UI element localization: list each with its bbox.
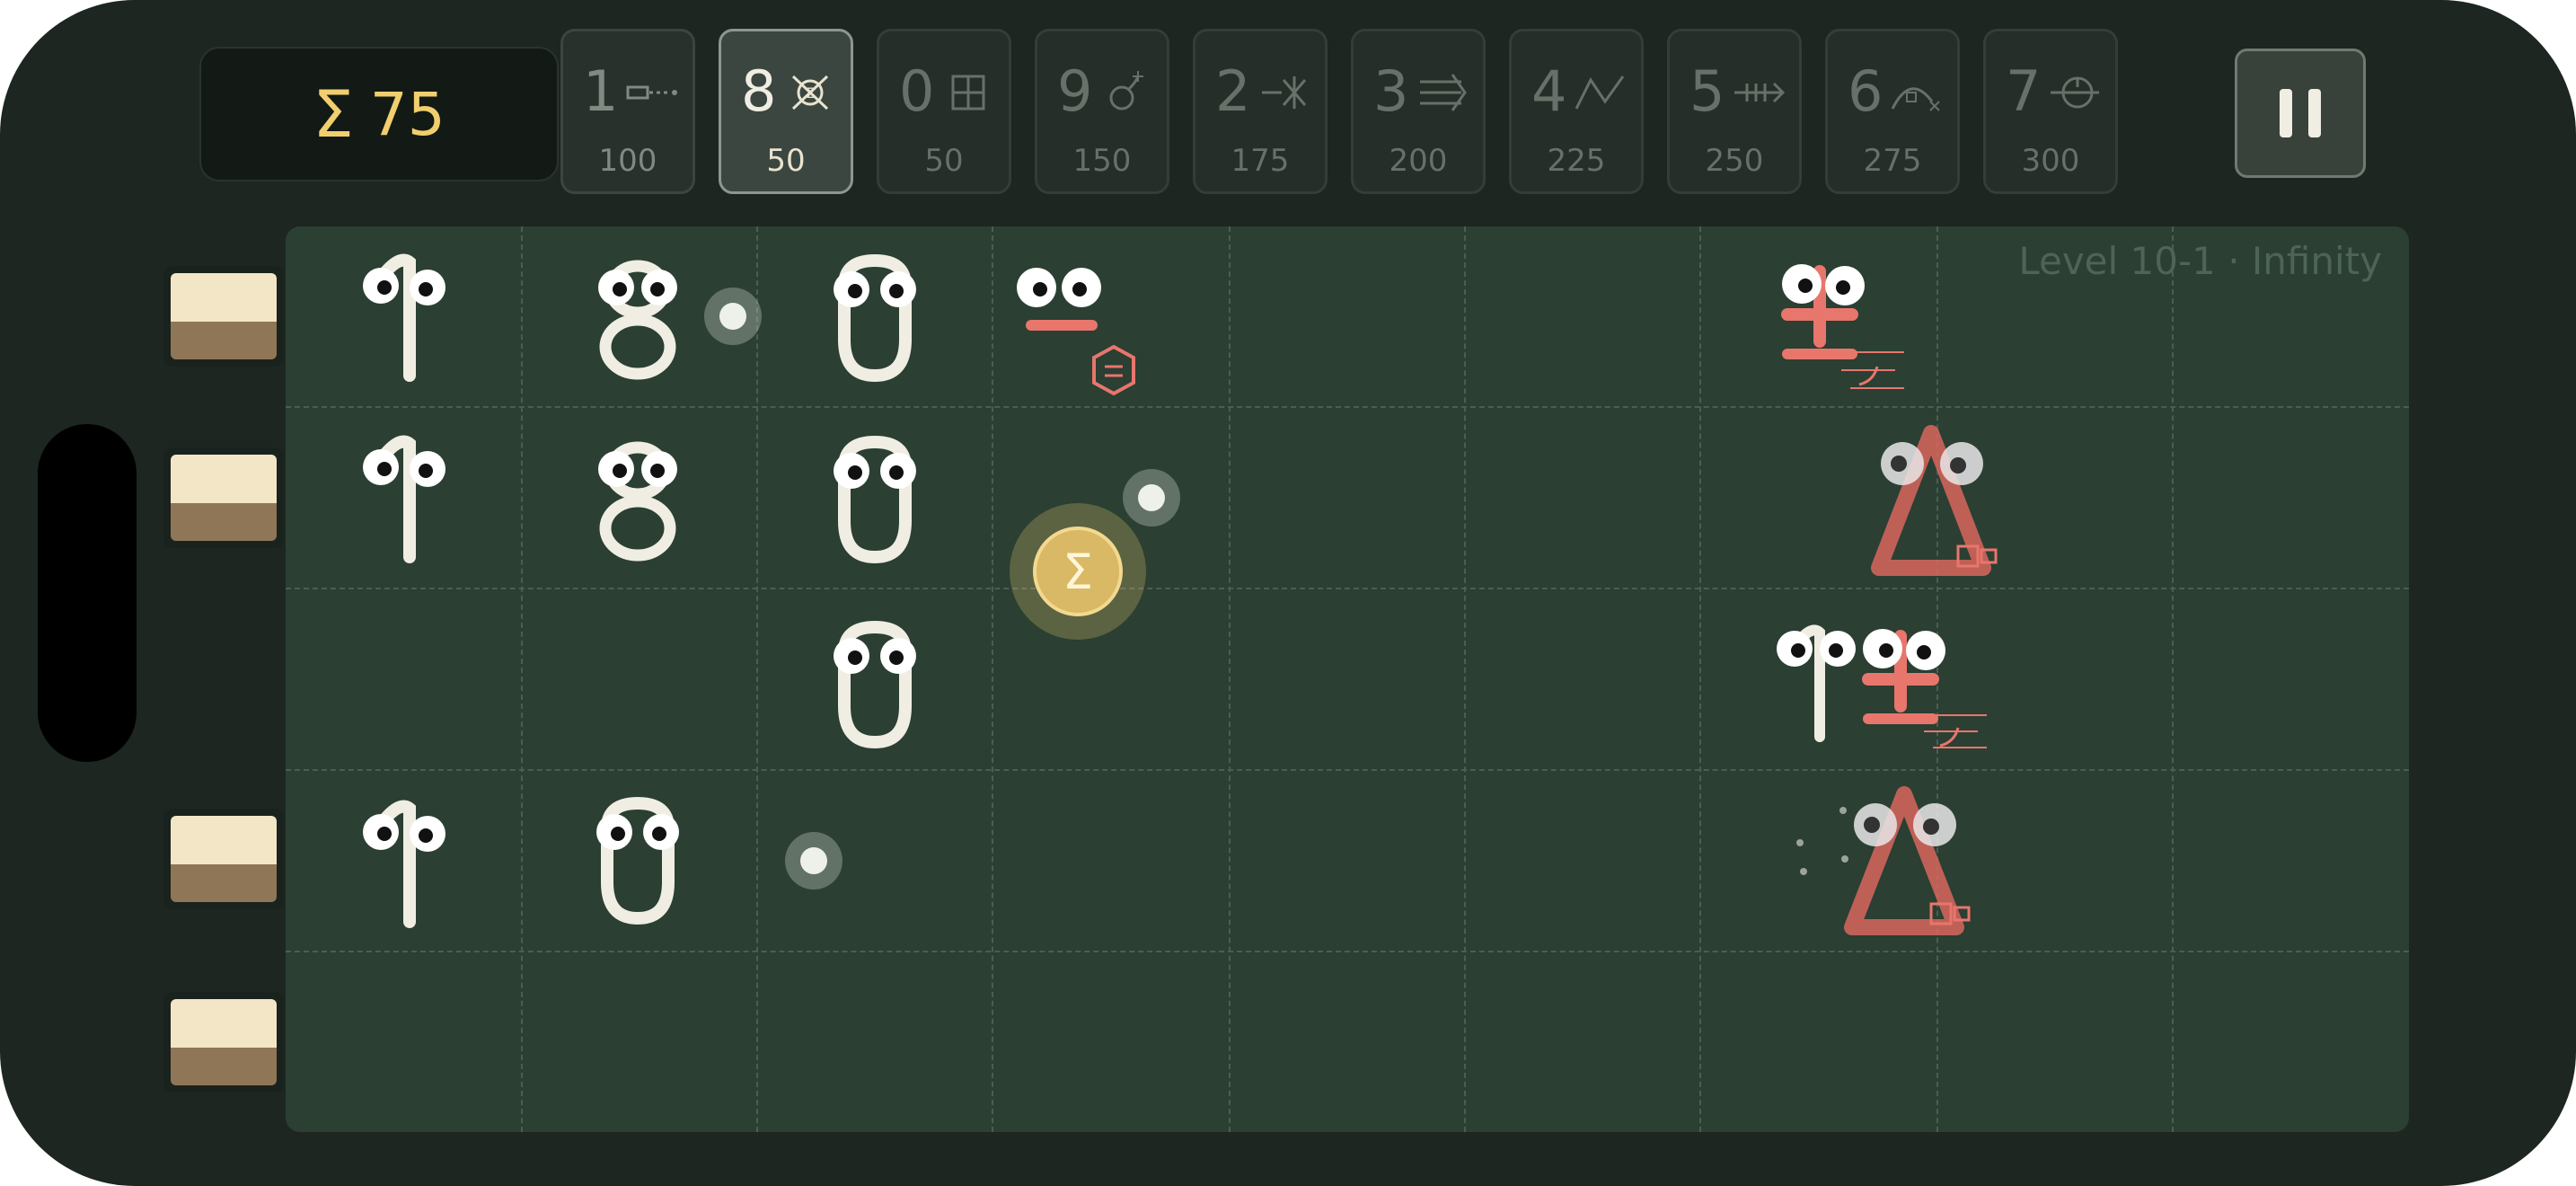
card-cost: 200 <box>1389 143 1448 179</box>
pause-icon <box>2280 89 2292 137</box>
card-digit-4[interactable]: 4 225 <box>1509 29 1644 194</box>
card-cost: 175 <box>1231 143 1290 179</box>
card-digit-3[interactable]: 3 200 <box>1351 29 1486 194</box>
pause-button[interactable] <box>2235 49 2366 178</box>
crosshair-shield-icon <box>2051 76 2099 109</box>
card-digit: 8 <box>741 58 777 124</box>
sigma-pellet <box>785 832 842 890</box>
game-screen: Σ 75 1 100 8 Σ 50 0 50 9 150 2 175 3 200… <box>0 0 2576 1186</box>
card-digit-1[interactable]: 1 100 <box>560 29 695 194</box>
card-cost: 150 <box>1072 143 1132 179</box>
card-cost: 50 <box>924 143 964 179</box>
lane-mower-5 <box>163 992 284 1093</box>
digit-0-defender[interactable] <box>825 431 925 566</box>
card-digit: 3 <box>1373 58 1409 124</box>
delta-enemy <box>1796 786 1971 935</box>
card-digit: 5 <box>1689 58 1725 124</box>
spike-arrow-icon <box>1734 82 1786 103</box>
card-cost: 300 <box>2021 143 2080 179</box>
splash-shot-icon <box>1262 76 1307 109</box>
triple-arrow-icon <box>1420 74 1467 111</box>
card-digit-9[interactable]: 9 150 <box>1035 29 1169 194</box>
digit-card-tray: 1 100 8 Σ 50 0 50 9 150 2 175 3 200 4 22… <box>560 29 2127 198</box>
digit-0-defender[interactable] <box>825 616 925 751</box>
card-digit: 1 <box>583 58 619 124</box>
plus-minus-enemy <box>1781 264 1904 389</box>
card-cost: 250 <box>1705 143 1764 179</box>
digit-1-defender[interactable] <box>354 426 453 566</box>
sigma-target-icon: Σ <box>791 75 829 111</box>
card-digit-2[interactable]: 2 175 <box>1193 29 1328 194</box>
lane-mower-1 <box>163 266 284 367</box>
digit-0-defender[interactable] <box>587 792 688 927</box>
sigma-pellet <box>704 288 762 345</box>
sigma-pellet <box>1123 469 1180 527</box>
lane-mower-4 <box>163 809 284 909</box>
digit-8-defender[interactable] <box>587 250 688 385</box>
digit-8-defender[interactable] <box>587 431 688 566</box>
card-digit: 0 <box>899 58 935 124</box>
lane-mower-2 <box>163 447 284 548</box>
sigma-icon: Σ <box>1033 527 1123 616</box>
card-cost: 50 <box>766 143 806 179</box>
card-digit-0[interactable]: 0 50 <box>877 29 1011 194</box>
sum-value: 75 <box>369 79 446 149</box>
card-digit-5[interactable]: 5 250 <box>1667 29 1802 194</box>
digit-1-defender[interactable] <box>354 244 453 385</box>
card-digit-8[interactable]: 8 Σ 50 <box>719 29 853 194</box>
sigma-coin-pickup[interactable]: Σ <box>1010 503 1146 640</box>
camera-notch <box>38 424 137 762</box>
minus-enemy <box>1017 268 1135 396</box>
card-digit: 9 <box>1057 58 1093 124</box>
delta-enemy <box>1871 425 1998 576</box>
card-digit-7[interactable]: 7 300 <box>1983 29 2118 194</box>
shield-icon <box>1092 344 1135 396</box>
arc-bomb-icon <box>1891 87 1940 111</box>
sigma-icon: Σ <box>313 76 354 152</box>
card-digit: 6 <box>1848 58 1883 124</box>
plus-minus-enemy <box>1862 629 1987 748</box>
digit-1-defender[interactable] <box>354 791 453 931</box>
svg-text:Σ: Σ <box>806 84 815 102</box>
card-cost: 225 <box>1547 143 1606 179</box>
card-cost: 275 <box>1863 143 1922 179</box>
card-digit: 4 <box>1531 58 1567 124</box>
arrow-shot-icon <box>626 85 677 100</box>
zigzag-icon <box>1575 75 1625 110</box>
digit-0-defender[interactable] <box>825 250 925 385</box>
card-digit: 2 <box>1215 58 1251 124</box>
grid-block-icon <box>951 75 985 111</box>
card-cost: 100 <box>598 143 657 179</box>
digit-1-captured <box>1777 624 1856 742</box>
sum-counter: Σ 75 <box>199 47 559 181</box>
card-digit-6[interactable]: 6 275 <box>1825 29 1960 194</box>
card-digit: 7 <box>2006 58 2042 124</box>
bomb-spark-icon <box>1109 71 1143 111</box>
level-label: Level 10-1 · Infinity <box>2018 239 2382 283</box>
